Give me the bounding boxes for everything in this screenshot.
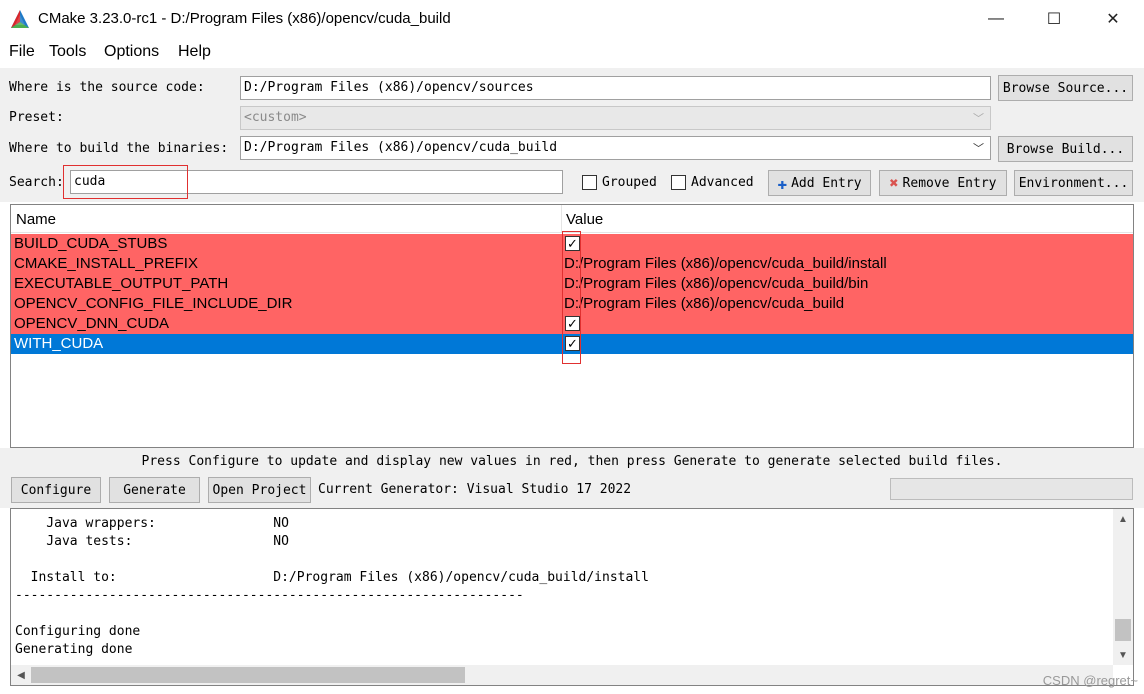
hint-text: Press Configure to update and display ne…: [141, 454, 1003, 469]
close-button[interactable]: ✕: [1087, 0, 1139, 38]
entry-name: EXECUTABLE_OUTPUT_PATH: [14, 275, 229, 292]
horizontal-scroll-thumb[interactable]: [31, 667, 465, 683]
browse-build-button[interactable]: Browse Build...: [998, 136, 1133, 162]
column-header-name[interactable]: Name: [16, 211, 56, 228]
checkbox-highlight-box: [562, 231, 581, 364]
remove-icon: ✖: [889, 174, 899, 192]
table-header: Name Value: [11, 205, 1133, 233]
plus-icon: ✚: [777, 173, 788, 193]
entry-name: BUILD_CUDA_STUBS: [14, 235, 168, 252]
open-project-button[interactable]: Open Project: [208, 477, 311, 503]
scroll-left-icon[interactable]: ◀: [11, 665, 31, 685]
advanced-checkbox[interactable]: [671, 175, 686, 190]
menu-file[interactable]: File: [9, 43, 35, 61]
output-text: Java wrappers: NO Java tests: NO Install…: [15, 515, 649, 659]
maximize-button[interactable]: ☐: [1028, 0, 1080, 38]
progress-bar: [890, 478, 1133, 500]
menu-help[interactable]: Help: [178, 43, 211, 61]
entry-name: OPENCV_DNN_CUDA: [14, 315, 170, 332]
preset-value: <custom>: [244, 110, 307, 125]
output-line: Java tests: NO: [15, 534, 289, 549]
build-path-select[interactable]: D:/Program Files (x86)/opencv/cuda_build…: [240, 136, 991, 160]
preset-label: Preset:: [9, 110, 64, 125]
generate-button[interactable]: Generate: [109, 477, 200, 503]
grouped-checkbox[interactable]: [582, 175, 597, 190]
menu-bar: [0, 40, 1144, 64]
output-line: Configuring done: [15, 624, 141, 639]
output-line: Java wrappers: NO: [15, 516, 289, 531]
remove-entry-label: Remove Entry: [902, 175, 997, 191]
entry-name: OPENCV_CONFIG_FILE_INCLUDE_DIR: [14, 295, 293, 312]
entry-value[interactable]: D:/Program Files (x86)/opencv/cuda_build: [564, 295, 844, 312]
add-entry-label: Add Entry: [791, 175, 862, 191]
entry-name: WITH_CUDA: [14, 335, 104, 352]
entry-value[interactable]: D:/Program Files (x86)/opencv/cuda_build…: [564, 275, 868, 292]
grouped-label: Grouped: [602, 175, 657, 190]
environment-button[interactable]: Environment...: [1014, 170, 1133, 196]
output-line: ----------------------------------------…: [15, 588, 524, 603]
scroll-down-icon[interactable]: ▼: [1113, 645, 1133, 665]
entry-name: CMAKE_INSTALL_PREFIX: [14, 255, 198, 272]
source-label: Where is the source code:: [9, 80, 205, 95]
output-log[interactable]: Java wrappers: NO Java tests: NO Install…: [10, 508, 1134, 686]
cache-table: Name Value BUILD_CUDA_STUBS ✓ CMAKE_INST…: [10, 204, 1134, 448]
search-highlight-box: [63, 165, 188, 199]
current-generator-label: Current Generator: Visual Studio 17 2022: [318, 482, 632, 497]
search-label: Search:: [9, 175, 64, 190]
vertical-scroll-thumb[interactable]: [1115, 619, 1131, 641]
watermark: CSDN @regret~: [1042, 673, 1138, 688]
menu-tools[interactable]: Tools: [49, 43, 86, 61]
entry-value[interactable]: D:/Program Files (x86)/opencv/cuda_build…: [564, 255, 887, 272]
window-title: CMake 3.23.0-rc1 - D:/Program Files (x86…: [38, 10, 451, 27]
remove-entry-button[interactable]: ✖ Remove Entry: [879, 170, 1007, 196]
build-label: Where to build the binaries:: [9, 141, 229, 156]
chevron-down-icon[interactable]: ﹀: [973, 140, 984, 156]
advanced-label: Advanced: [691, 175, 754, 190]
preset-select: <custom> ﹀: [240, 106, 991, 130]
configure-button[interactable]: Configure: [11, 477, 101, 503]
output-line: Generating done: [15, 642, 133, 657]
build-path-value: D:/Program Files (x86)/opencv/cuda_build: [244, 140, 558, 155]
column-divider[interactable]: [561, 205, 562, 233]
menu-options[interactable]: Options: [104, 43, 159, 61]
minimize-button[interactable]: —: [970, 0, 1022, 38]
column-header-value[interactable]: Value: [566, 211, 603, 228]
chevron-down-icon: ﹀: [973, 112, 984, 125]
vertical-scrollbar[interactable]: [1113, 509, 1133, 665]
cmake-logo-icon: [11, 10, 29, 28]
source-path-input[interactable]: D:/Program Files (x86)/opencv/sources: [240, 76, 991, 100]
output-line: Install to: D:/Program Files (x86)/openc…: [15, 570, 649, 585]
browse-source-button[interactable]: Browse Source...: [998, 75, 1133, 101]
add-entry-button[interactable]: ✚ Add Entry: [768, 170, 871, 196]
scroll-up-icon[interactable]: ▲: [1113, 509, 1133, 529]
